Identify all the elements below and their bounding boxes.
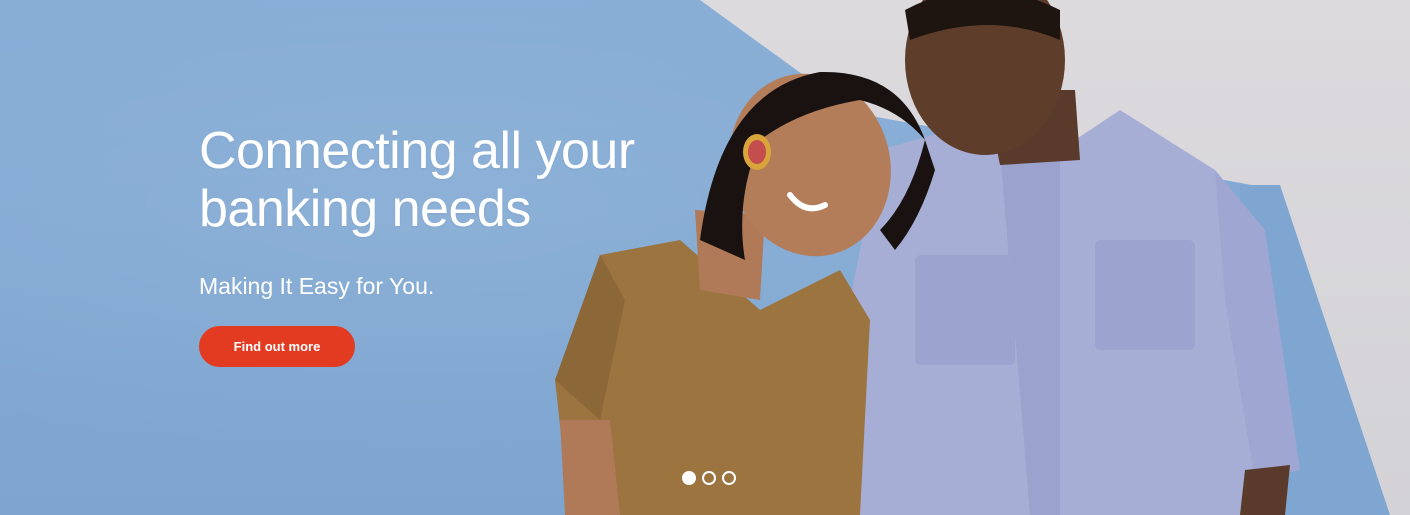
hero-banner: Connecting all your banking needs Making… (0, 0, 1410, 515)
carousel-dot-1[interactable] (682, 471, 696, 485)
carousel-dot-3[interactable] (722, 471, 736, 485)
hero-headline-line2: banking needs (199, 180, 531, 238)
hero-headline: Connecting all your banking needs (199, 122, 719, 238)
hero-headline-line1: Connecting all your (199, 122, 635, 180)
find-out-more-button[interactable]: Find out more (199, 326, 355, 367)
hero-subheadline: Making It Easy for You. (199, 273, 435, 299)
hero-content: Connecting all your banking needs Making… (199, 122, 719, 367)
carousel-pagination (682, 471, 736, 485)
carousel-dot-2[interactable] (702, 471, 716, 485)
